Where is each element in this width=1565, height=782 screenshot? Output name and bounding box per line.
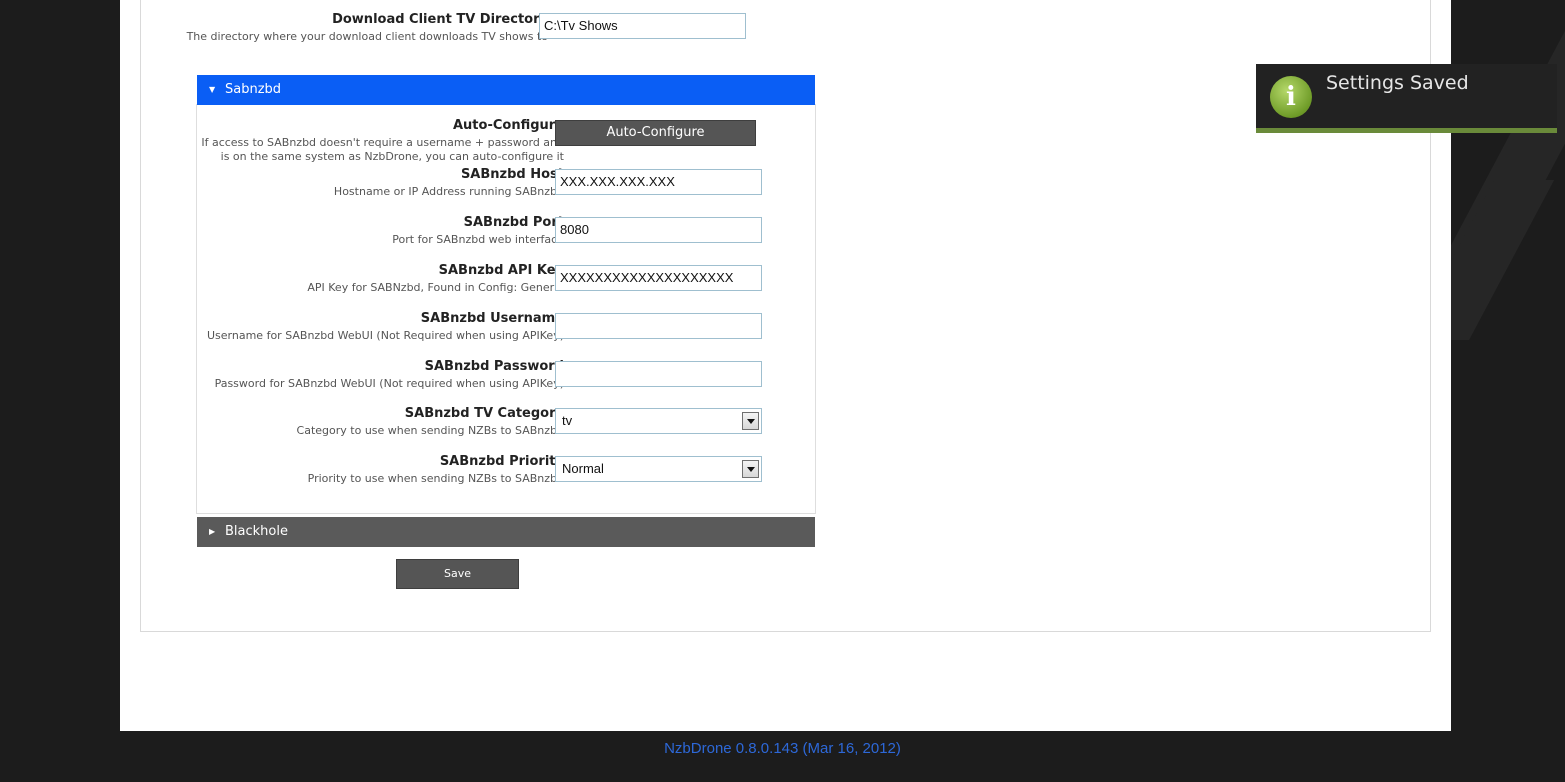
sabnzbd-priority-label: SABnzbd Priority bbox=[439, 454, 564, 469]
sabnzbd-username-description: Username for SABnzbd WebUI (Not Required… bbox=[207, 329, 564, 342]
dropdown-arrow-icon[interactable] bbox=[742, 412, 759, 430]
download-dir-description: The directory where your download client… bbox=[186, 30, 548, 43]
dropdown-arrow-icon[interactable] bbox=[742, 460, 759, 478]
toast-message: Settings Saved bbox=[1326, 72, 1469, 94]
sabnzbd-username-label: SABnzbd Username bbox=[420, 311, 564, 326]
sabnzbd-api-key-input[interactable]: XXXXXXXXXXXXXXXXXXXX bbox=[555, 265, 762, 291]
settings-saved-toast[interactable]: i Settings Saved bbox=[1256, 64, 1557, 133]
sabnzbd-section-body bbox=[196, 104, 816, 514]
save-button[interactable]: Save bbox=[396, 559, 519, 589]
sabnzbd-tv-category-description: Category to use when sending NZBs to SAB… bbox=[296, 424, 564, 437]
sabnzbd-port-input[interactable]: 8080 bbox=[555, 217, 762, 243]
blackhole-section-header[interactable]: ▶ Blackhole bbox=[197, 517, 815, 547]
sabnzbd-host-label: SABnzbd Host bbox=[460, 167, 564, 182]
blackhole-section-title: Blackhole bbox=[225, 524, 288, 539]
sabnzbd-api-key-description: API Key for SABNzbd, Found in Config: Ge… bbox=[307, 281, 564, 294]
background-decoration bbox=[1451, 0, 1565, 340]
sabnzbd-username-input[interactable] bbox=[555, 313, 762, 339]
main-content: Download Client TV Directory The directo… bbox=[120, 0, 1451, 731]
version-footer-link[interactable]: NzbDrone 0.8.0.143 (Mar 16, 2012) bbox=[0, 740, 1565, 757]
sabnzbd-priority-description: Priority to use when sending NZBs to SAB… bbox=[307, 472, 564, 485]
sabnzbd-port-description: Port for SABnzbd web interface bbox=[392, 233, 564, 246]
auto-configure-description-line1: If access to SABnzbd doesn't require a u… bbox=[201, 136, 564, 149]
settings-panel: Download Client TV Directory The directo… bbox=[140, 0, 1431, 632]
sabnzbd-host-input[interactable]: XXX.XXX.XXX.XXX bbox=[555, 169, 762, 195]
auto-configure-button[interactable]: Auto-Configure bbox=[555, 120, 756, 146]
sabnzbd-section-header[interactable]: ▼ Sabnzbd bbox=[197, 75, 815, 105]
sabnzbd-priority-value: Normal bbox=[562, 461, 604, 476]
sabnzbd-tv-category-select[interactable]: tv bbox=[555, 408, 762, 434]
sabnzbd-tv-category-label: SABnzbd TV Category bbox=[404, 406, 564, 421]
sabnzbd-priority-select[interactable]: Normal bbox=[555, 456, 762, 482]
sabnzbd-password-description: Password for SABnzbd WebUI (Not required… bbox=[214, 377, 564, 390]
auto-configure-description-line2: is on the same system as NzbDrone, you c… bbox=[220, 150, 564, 163]
sabnzbd-section-title: Sabnzbd bbox=[225, 82, 282, 97]
collapsed-triangle-icon: ▶ bbox=[209, 527, 216, 536]
sabnzbd-api-key-label: SABnzbd API Key bbox=[438, 263, 564, 278]
sabnzbd-password-label: SABnzbd Password bbox=[424, 359, 564, 374]
download-dir-label: Download Client TV Directory bbox=[332, 12, 548, 27]
download-dir-input[interactable]: C:\Tv Shows bbox=[539, 13, 746, 39]
info-icon: i bbox=[1270, 76, 1312, 118]
sabnzbd-tv-category-value: tv bbox=[562, 413, 573, 428]
auto-configure-label: Auto-Configure bbox=[452, 118, 564, 133]
sabnzbd-port-label: SABnzbd Port bbox=[463, 215, 564, 230]
sabnzbd-host-description: Hostname or IP Address running SABnzbd bbox=[333, 185, 564, 198]
sabnzbd-password-input[interactable] bbox=[555, 361, 762, 387]
expanded-triangle-icon: ▼ bbox=[209, 85, 216, 94]
